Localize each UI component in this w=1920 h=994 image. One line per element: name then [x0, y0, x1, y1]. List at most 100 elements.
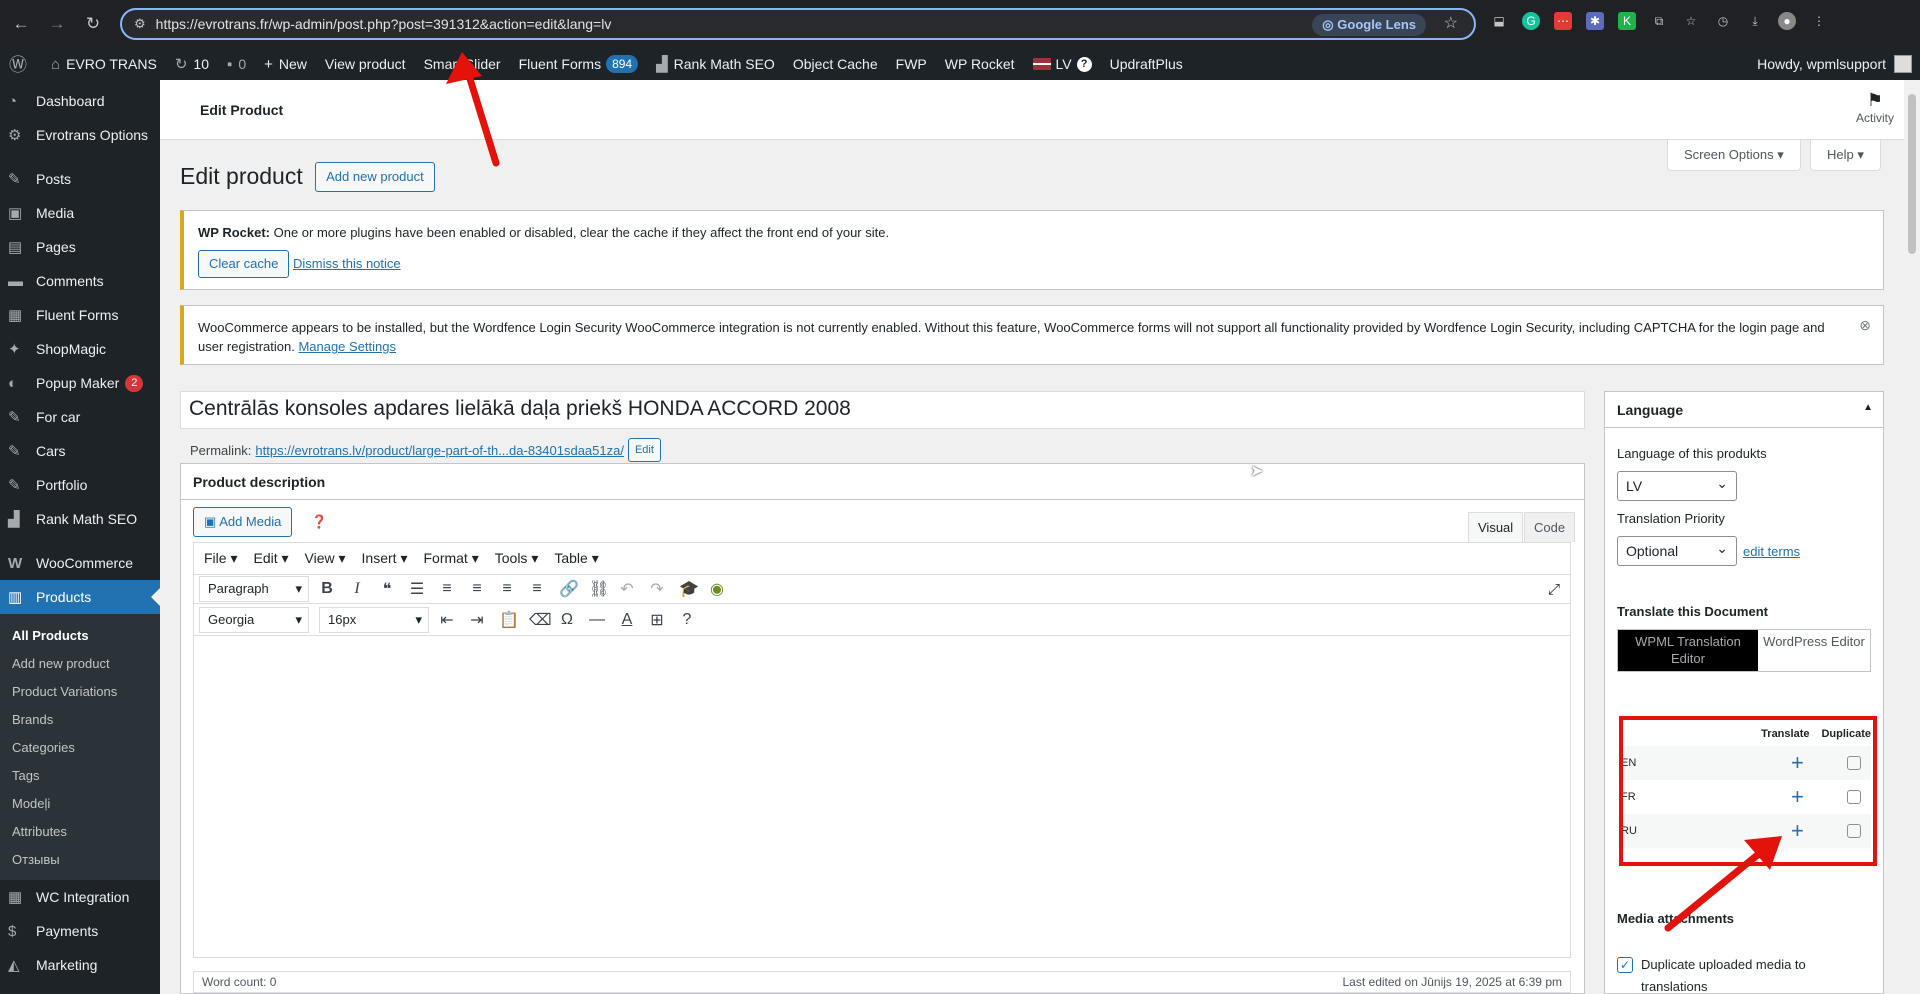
tab-visual[interactable]: Visual [1468, 512, 1524, 542]
puzzle-icon[interactable]: ⧉ [1650, 12, 1668, 30]
numbered-list-icon[interactable]: ≡ [439, 580, 455, 598]
paragraph-select[interactable]: Paragraph ▾ [199, 576, 309, 602]
language-box-heading[interactable]: Language ▲ [1605, 392, 1883, 428]
menu-popup-maker[interactable]: ◐ Popup Maker 2 [0, 366, 160, 400]
submenu-product-variations[interactable]: Product Variations [0, 678, 160, 706]
clear-formatting-icon[interactable]: ⌫ [529, 610, 552, 630]
submenu-categories[interactable]: Categories [0, 734, 160, 762]
close-icon[interactable]: ⊗ [1859, 316, 1871, 335]
forward-icon[interactable]: → [42, 14, 72, 34]
wordpress-editor-toggle[interactable]: WordPress Editor [1758, 630, 1870, 671]
back-icon[interactable]: ← [6, 14, 36, 34]
bookmark-star-icon[interactable]: ☆ [1444, 13, 1458, 33]
link-icon[interactable]: 🔗 [559, 579, 579, 599]
submenu-all-products[interactable]: All Products [0, 622, 160, 650]
bullet-list-icon[interactable]: ☰ [409, 579, 425, 599]
permalink-link[interactable]: https://evrotrans.lv/product/large-part-… [255, 443, 624, 458]
menu-shopmagic[interactable]: ✦ ShopMagic [0, 332, 160, 366]
edit-permalink-button[interactable]: Edit [627, 438, 661, 462]
blockquote-icon[interactable]: ❝ [379, 579, 395, 599]
menu-wc-integration[interactable]: ▦ WC Integration [0, 880, 160, 914]
menu-pages[interactable]: ▤ Pages [0, 230, 160, 264]
horizontal-line-icon[interactable]: ― [589, 611, 605, 629]
editor-content-area[interactable] [193, 636, 1571, 958]
new-content-link[interactable]: + New [255, 48, 316, 80]
updates-link[interactable]: ↻ 10 [166, 48, 218, 80]
menu-edit[interactable]: Edit ▾ [253, 550, 288, 567]
download-icon[interactable]: ⤓ [1746, 12, 1764, 30]
submenu-tags[interactable]: Tags [0, 762, 160, 790]
grammarly-icon[interactable]: G [1522, 12, 1540, 30]
wpml-editor-toggle[interactable]: WPML Translation Editor [1618, 630, 1758, 671]
paste-text-icon[interactable]: 📋 [499, 610, 519, 630]
manage-settings-link[interactable]: Manage Settings [298, 339, 396, 354]
menu-dashboard[interactable]: ◔ Dashboard [0, 84, 160, 118]
graduation-cap-icon[interactable]: 🎓 [679, 579, 699, 599]
font-size-select[interactable]: 16px ▾ [319, 606, 429, 633]
site-name-link[interactable]: ⌂ EVRO TRANS [42, 48, 166, 80]
bold-icon[interactable]: B [319, 580, 335, 598]
submenu-reviews[interactable]: Отзывы [0, 846, 160, 874]
menu-file[interactable]: File ▾ [204, 550, 237, 567]
menu-tools[interactable]: Tools ▾ [495, 550, 539, 567]
add-media-button[interactable]: ▣ Add Media [193, 507, 293, 537]
fwp-link[interactable]: FWP [887, 48, 936, 80]
align-right-icon[interactable]: ≡ [529, 580, 545, 598]
wp-logo-icon[interactable]: Ⓦ [0, 48, 42, 80]
user-account-menu[interactable]: Howdy, wpmlsupport [1757, 48, 1920, 80]
menu-media[interactable]: ▣ Media [0, 196, 160, 230]
profile-avatar[interactable]: ● [1778, 12, 1796, 30]
product-title-input[interactable]: Centrālās konsoles apdares lielākā daļa … [180, 391, 1585, 429]
menu-payments[interactable]: $ Payments [0, 914, 160, 948]
outdent-icon[interactable]: ⇤ [439, 610, 455, 630]
view-product-link[interactable]: View product [316, 48, 415, 80]
wp-rocket-link[interactable]: WP Rocket [936, 48, 1024, 80]
submenu-add-new-product[interactable]: Add new product [0, 650, 160, 678]
edit-terms-link[interactable]: edit terms [1743, 544, 1800, 559]
text-color-icon[interactable]: A [619, 611, 635, 629]
google-lens-button[interactable]: ◎ Google Lens [1312, 14, 1426, 36]
menu-table[interactable]: Table ▾ [554, 550, 598, 567]
activity-button[interactable]: ⚑ Activity [1856, 90, 1894, 125]
menu-for-car[interactable]: ✎ For car [0, 400, 160, 434]
align-left-icon[interactable]: ≡ [469, 580, 485, 598]
language-switcher[interactable]: LV? [1024, 48, 1101, 80]
indent-icon[interactable]: ⇥ [469, 610, 485, 630]
page-scrollbar[interactable] [1904, 80, 1920, 994]
extension-red-icon[interactable]: ⋯ [1554, 12, 1572, 30]
rank-math-link[interactable]: ▟ Rank Math SEO [647, 48, 784, 80]
menu-posts[interactable]: ✎ Posts [0, 162, 160, 196]
duplicate-media-option[interactable]: ✓ Duplicate uploaded media to translatio… [1617, 954, 1867, 994]
submenu-brands[interactable]: Brands [0, 706, 160, 734]
submenu-models[interactable]: Modeļi [0, 790, 160, 818]
menu-evrotrans-options[interactable]: ⚙ Evrotrans Options [0, 118, 160, 152]
menu-rank-math[interactable]: ▟ Rank Math SEO [0, 502, 160, 536]
menu-marketing[interactable]: ◭ Marketing [0, 948, 160, 982]
screen-options-button[interactable]: Screen Options ▾ [1667, 140, 1801, 171]
menu-portfolio[interactable]: ✎ Portfolio [0, 468, 160, 502]
site-info-icon[interactable]: ⚙ [134, 16, 146, 32]
updraftplus-link[interactable]: UpdraftPlus [1101, 48, 1192, 80]
add-new-product-button[interactable]: Add new product [315, 162, 435, 192]
help-icon[interactable]: ❓ [311, 514, 327, 530]
extension-blue-icon[interactable]: ✱ [1586, 12, 1604, 30]
align-center-icon[interactable]: ≡ [499, 580, 515, 598]
undo-icon[interactable]: ↶ [619, 579, 635, 599]
fullscreen-icon[interactable]: ⤢ [1548, 581, 1560, 598]
special-char-icon[interactable]: Ω [559, 611, 575, 629]
menu-format[interactable]: Format ▾ [423, 550, 478, 567]
menu-cars[interactable]: ✎ Cars [0, 434, 160, 468]
clear-cache-button[interactable]: Clear cache [198, 250, 290, 278]
history-icon[interactable]: ◷ [1714, 12, 1732, 30]
keyboard-help-icon[interactable]: ? [679, 611, 695, 629]
menu-comments[interactable]: ▬ Comments [0, 264, 160, 298]
dismiss-notice-link[interactable]: Dismiss this notice [293, 256, 401, 271]
menu-fluent-forms[interactable]: ▦ Fluent Forms [0, 298, 160, 332]
unlink-icon[interactable]: ⛓ [589, 579, 609, 599]
italic-icon[interactable]: I [349, 580, 365, 598]
address-bar[interactable]: ⚙ https://evrotrans.fr/wp-admin/post.php… [120, 8, 1476, 40]
extension-green-icon[interactable]: K [1618, 12, 1636, 30]
menu-view[interactable]: View ▾ [305, 550, 346, 567]
object-cache-link[interactable]: Object Cache [784, 48, 887, 80]
language-select[interactable]: LV [1617, 469, 1737, 501]
